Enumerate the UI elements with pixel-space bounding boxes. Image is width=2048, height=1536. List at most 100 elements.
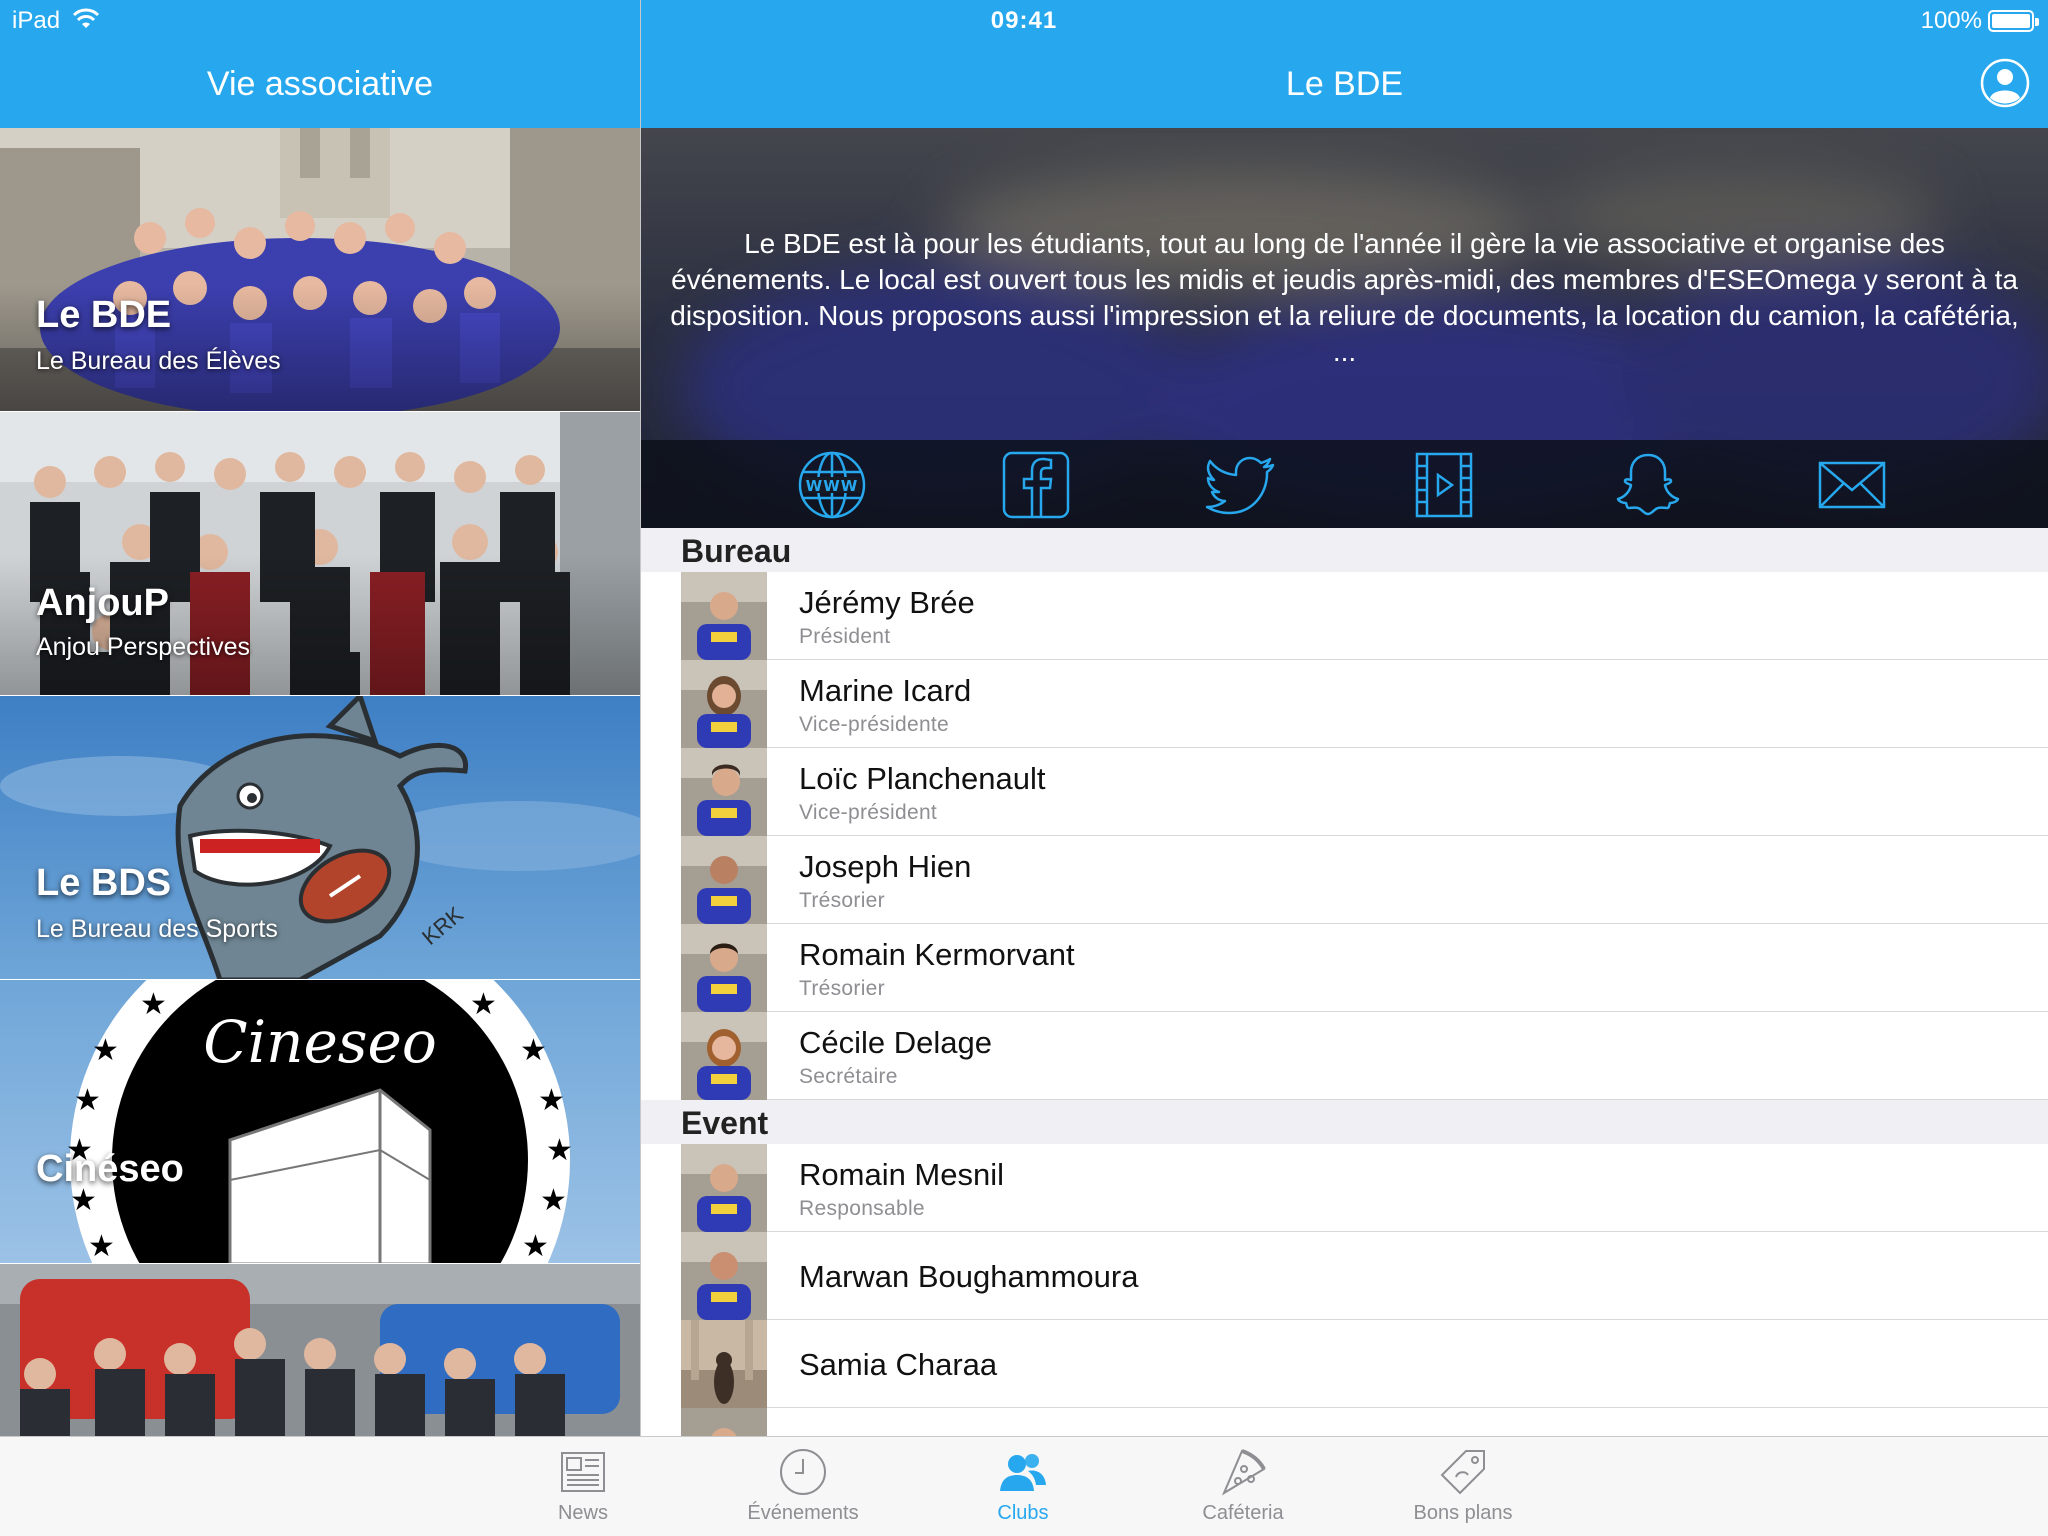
svg-text:★: ★ <box>522 1229 549 1264</box>
member-name: Loïc Planchenault <box>799 761 1046 796</box>
profile-button[interactable] <box>1980 58 2030 108</box>
club-list[interactable]: Le BDE Le Bureau des Élèves AnjouP Anjou… <box>0 128 640 1436</box>
mail-icon <box>1818 461 1886 509</box>
member-avatar <box>681 1232 767 1320</box>
member-role: Président <box>799 625 891 648</box>
mail-button[interactable] <box>1817 450 1887 520</box>
club-card-bde[interactable]: Le BDE Le Bureau des Élèves <box>0 128 640 412</box>
battery-icon <box>1988 10 2039 32</box>
member-name: Joseph Hien <box>799 849 972 884</box>
member-row[interactable]: Romain Mesnil Responsable <box>641 1144 2048 1232</box>
club-card-anjoup[interactable]: AnjouP Anjou Perspectives <box>0 412 640 696</box>
member-row[interactable]: Cécile Delage Secrétaire <box>641 1012 2048 1100</box>
svg-text:★: ★ <box>470 987 497 1022</box>
svg-text:★: ★ <box>520 1033 547 1068</box>
facebook-icon <box>1002 451 1070 519</box>
snapchat-button[interactable] <box>1613 450 1683 520</box>
club-description: Le BDE est là pour les étudiants, tout a… <box>670 228 2019 367</box>
member-role: Secrétaire <box>799 1065 898 1088</box>
section-header-bureau: Bureau <box>641 528 2048 572</box>
social-links-bar: WWW <box>641 440 2048 528</box>
member-avatar <box>681 836 767 924</box>
member-name: Cécile Delage <box>799 1025 992 1060</box>
svg-text:WWW: WWW <box>806 477 859 495</box>
tab-label: Clubs <box>997 1502 1049 1524</box>
facebook-button[interactable] <box>1001 450 1071 520</box>
club-name: Le BDE <box>36 294 172 336</box>
club-name: Le BDS <box>36 862 172 904</box>
app-screen: iPad Vie associative Le BDE 09:41 100% L… <box>0 0 2048 1536</box>
tab-evenements[interactable]: Événements <box>708 1437 898 1536</box>
member-name: Marwan Boughammoura <box>799 1259 1139 1294</box>
tab-label: Événements <box>747 1502 859 1524</box>
member-row[interactable]: Jérémy Brée Président <box>641 572 2048 660</box>
club-photo-next <box>0 1264 640 1436</box>
member-row[interactable]: Loïc Planchenault Vice-président <box>641 748 2048 836</box>
member-avatar <box>681 748 767 836</box>
svg-text:★: ★ <box>88 1229 115 1264</box>
club-header: Le BDE est là pour les étudiants, tout a… <box>641 128 2048 528</box>
member-role: Responsable <box>799 1197 925 1220</box>
club-card-cineseo[interactable]: ★ ★ ★ ★ ★ ★ ★ ★ ★ ★ ★ ★ Cineseo Cinéseo <box>0 980 640 1264</box>
member-avatar <box>681 572 767 660</box>
club-card-bds[interactable]: KRK Le BDS Le Bureau des Sports <box>0 696 640 980</box>
member-row[interactable]: Marwan Boughammoura <box>641 1232 2048 1320</box>
club-photo-cineseo: ★★★★★ ★★★★★ ★ ★ Cineseo <box>0 980 640 1264</box>
tab-bar: News Événements Clubs Caféteria Bons pla… <box>0 1436 2048 1536</box>
tab-bons-plans[interactable]: Bons plans <box>1368 1437 1558 1536</box>
section-header-event: Event <box>641 1100 2048 1144</box>
member-role: Trésorier <box>799 889 885 912</box>
svg-text:★: ★ <box>92 1033 119 1068</box>
pizza-icon <box>1221 1449 1266 1496</box>
tab-cafeteria[interactable]: Caféteria <box>1148 1437 1338 1536</box>
svg-text:★: ★ <box>546 1133 573 1168</box>
svg-text:★: ★ <box>140 987 167 1022</box>
member-name: Jérémy Brée <box>799 585 975 620</box>
member-avatar <box>681 924 767 1012</box>
detail-title: Le BDE <box>1285 65 1404 103</box>
member-row-partial[interactable] <box>641 1408 2048 1436</box>
member-avatar <box>681 660 767 748</box>
members-list[interactable]: Bureau Jérémy Brée Président Marine Icar… <box>641 528 2048 1436</box>
member-name: Romain Mesnil <box>799 1157 1005 1192</box>
club-name: Cinéseo <box>36 1148 184 1190</box>
svg-text:★: ★ <box>538 1083 565 1118</box>
svg-text:Cineseo: Cineseo <box>203 1008 437 1076</box>
twitter-icon <box>1205 456 1275 515</box>
club-name: AnjouP <box>36 582 169 624</box>
member-name: Marine Icard <box>799 673 972 708</box>
member-avatar <box>681 1012 767 1100</box>
web-icon: WWW <box>798 451 866 519</box>
svg-text:★: ★ <box>74 1083 101 1118</box>
battery-label: 100% <box>1920 7 1982 34</box>
member-name: Romain Kermorvant <box>799 937 1075 972</box>
user-icon <box>1980 58 2030 108</box>
club-subtitle: Le Bureau des Sports <box>36 915 278 943</box>
member-name: Samia Charaa <box>799 1347 998 1382</box>
tag-icon <box>1440 1450 1485 1495</box>
website-button[interactable]: WWW <box>797 450 867 520</box>
member-avatar <box>681 1320 767 1408</box>
member-row[interactable]: Romain Kermorvant Trésorier <box>641 924 2048 1012</box>
people-icon <box>1000 1454 1046 1491</box>
member-row[interactable]: Joseph Hien Trésorier <box>641 836 2048 924</box>
video-icon <box>1415 452 1473 518</box>
tab-news[interactable]: News <box>488 1437 678 1536</box>
master-title: Vie associative <box>206 65 434 103</box>
tab-label: Caféteria <box>1202 1502 1284 1524</box>
tab-label: Bons plans <box>1413 1502 1513 1524</box>
clock-icon <box>780 1449 826 1495</box>
newspaper-icon <box>561 1452 605 1492</box>
member-row[interactable]: Marine Icard Vice-présidente <box>641 660 2048 748</box>
member-role: Vice-présidente <box>799 713 950 736</box>
member-avatar <box>681 1144 767 1232</box>
member-row[interactable]: Samia Charaa <box>641 1320 2048 1408</box>
club-subtitle: Anjou Perspectives <box>36 633 251 661</box>
snapchat-icon <box>1616 453 1680 516</box>
video-button[interactable] <box>1409 450 1479 520</box>
twitter-button[interactable] <box>1205 450 1275 520</box>
member-role: Trésorier <box>799 977 885 1000</box>
member-avatar <box>681 1408 767 1436</box>
tab-clubs[interactable]: Clubs <box>928 1437 1118 1536</box>
club-card-next[interactable] <box>0 1264 640 1436</box>
